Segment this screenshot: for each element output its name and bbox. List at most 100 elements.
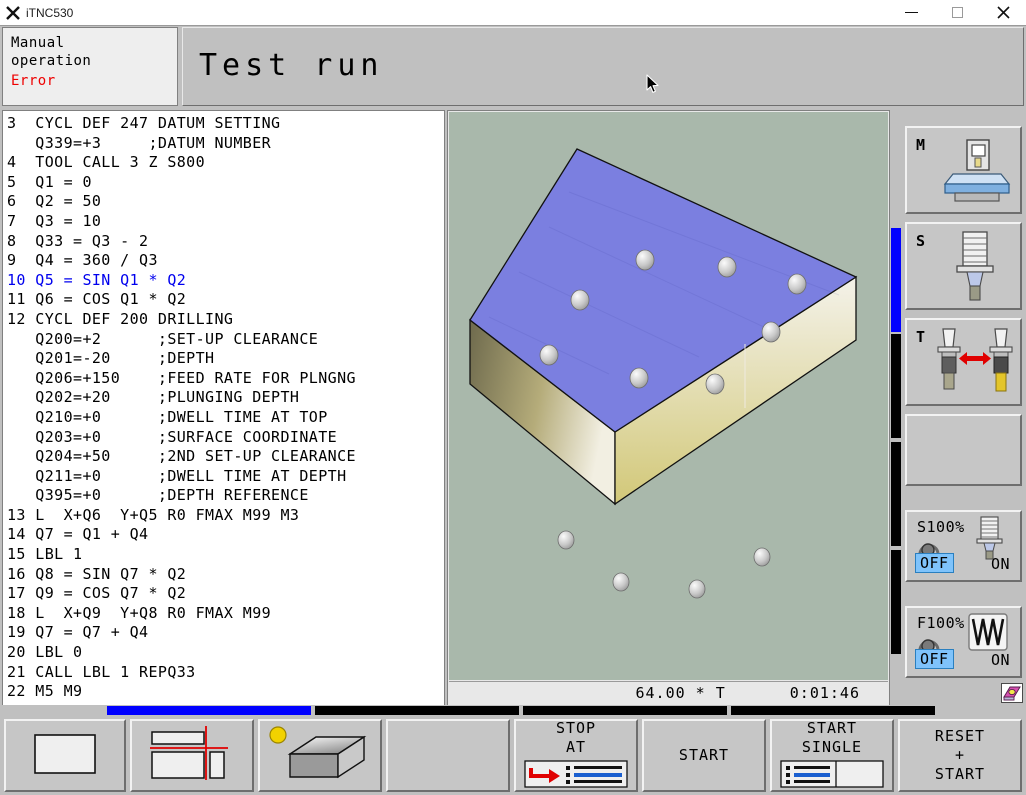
x-logo-icon <box>0 0 26 26</box>
window-title: iTNC530 <box>26 5 74 20</box>
maximize-icon[interactable] <box>934 0 980 26</box>
spindle-override[interactable]: S100% OFF ON <box>905 510 1022 582</box>
spindle-status-key-label: S <box>916 232 926 250</box>
program-line[interactable]: Q210=+0 ;DWELL TIME AT TOP <box>7 408 444 428</box>
vertical-progress-strip[interactable] <box>891 112 901 704</box>
program-line[interactable]: 10 Q5 = SIN Q1 * Q2 <box>7 271 444 291</box>
feed-wave-icon <box>968 613 1008 655</box>
simulation-3d-view[interactable] <box>449 112 888 680</box>
spindle-status-key[interactable]: S <box>905 222 1022 310</box>
softkey-reset-start-line3: START <box>934 765 986 783</box>
tool-status-key[interactable]: T <box>905 318 1022 406</box>
program-line[interactable]: 6 Q2 = 50 <box>7 192 444 212</box>
softkey-reset-start[interactable]: RESET + START <box>898 719 1022 792</box>
program-line[interactable]: Q204=+50 ;2ND SET-UP CLEARANCE <box>7 447 444 467</box>
program-line[interactable]: Q200=+2 ;SET-UP CLEARANCE <box>7 330 444 350</box>
mode-line-2: operation <box>11 53 92 69</box>
error-status: Error <box>11 73 56 89</box>
softkey-start-single-line2: SINGLE <box>801 738 863 756</box>
softkey-empty[interactable] <box>386 719 510 792</box>
program-line[interactable]: 4 TOOL CALL 3 Z S800 <box>7 153 444 173</box>
softkey-start-label: START <box>678 746 730 764</box>
mode-line-1: Manual <box>11 35 65 51</box>
stop-at-icon <box>524 760 628 792</box>
program-line[interactable]: Q201=-20 ;DEPTH <box>7 349 444 369</box>
book-help-icon[interactable] <box>1001 683 1023 703</box>
progress-segment <box>891 228 901 332</box>
progress-segment <box>107 706 311 715</box>
progress-segment <box>731 706 935 715</box>
program-line[interactable]: 12 CYCL DEF 200 DRILLING <box>7 310 444 330</box>
program-line[interactable]: 3 CYCL DEF 247 DATUM SETTING <box>7 114 444 134</box>
softkey-start-single-line1: START <box>806 719 858 737</box>
program-line[interactable]: Q395=+0 ;DEPTH REFERENCE <box>7 486 444 506</box>
spindle-override-label: S100% <box>917 518 965 536</box>
program-line[interactable]: Q203=+0 ;SURFACE COORDINATE <box>7 428 444 448</box>
workpiece-3d-model <box>469 148 858 599</box>
feed-override-off[interactable]: OFF <box>915 649 954 669</box>
single-window-icon <box>33 733 97 779</box>
softkey-blank-window[interactable] <box>4 719 126 792</box>
screen-title-panel: Test run <box>182 27 1024 106</box>
program-listing[interactable]: 3 CYCL DEF 247 DATUM SETTING Q339=+3 ;DA… <box>2 110 445 706</box>
start-single-icon <box>780 760 884 792</box>
softkey-stop-at[interactable]: STOP AT <box>514 719 638 792</box>
program-line[interactable]: 8 Q33 = Q3 - 2 <box>7 232 444 252</box>
window-controls <box>888 0 1026 26</box>
program-line[interactable]: 21 CALL LBL 1 REPQ33 <box>7 663 444 683</box>
mouse-cursor <box>646 74 660 94</box>
program-line[interactable]: 20 LBL 0 <box>7 643 444 663</box>
bottom-softkey-bar: STOP AT START START SINGLE RESET + START <box>0 716 1026 795</box>
program-line[interactable]: 18 L X+Q9 Y+Q8 R0 FMAX M99 <box>7 604 444 624</box>
solid-block-icon <box>268 725 372 787</box>
progress-segment <box>523 706 727 715</box>
page-title: Test run <box>199 48 384 83</box>
softkey-split-window[interactable] <box>130 719 254 792</box>
feed-override-label: F100% <box>917 614 965 632</box>
blank-status-key[interactable] <box>905 414 1022 486</box>
softkey-start[interactable]: START <box>642 719 766 792</box>
program-line[interactable]: 15 LBL 1 <box>7 545 444 565</box>
machine-table-icon <box>941 136 1013 212</box>
progress-segment <box>891 334 901 438</box>
feed-override[interactable]: F100% OFF ON <box>905 606 1022 678</box>
softkey-start-single[interactable]: START SINGLE <box>770 719 894 792</box>
program-line[interactable]: 19 Q7 = Q7 + Q4 <box>7 623 444 643</box>
softkey-reset-start-line2: + <box>954 746 966 764</box>
mode-header: Manual operation Error Test run <box>0 27 1026 108</box>
progress-segment <box>891 442 901 546</box>
right-softkey-column: M S T S100% OFF ON F100% OFF ON <box>901 110 1026 706</box>
tool-status-key-label: T <box>916 328 926 346</box>
program-line[interactable]: 14 Q7 = Q1 + Q4 <box>7 525 444 545</box>
tool-change-icon <box>929 325 1021 407</box>
softkey-stop-at-line1: STOP <box>555 719 597 737</box>
simulation-elapsed-time: 0:01:46 <box>789 684 860 702</box>
program-line[interactable]: 16 Q8 = SIN Q7 * Q2 <box>7 565 444 585</box>
horizontal-progress-strip[interactable] <box>0 705 1026 716</box>
program-line[interactable]: Q206=+150 ;FEED RATE FOR PLNGNG <box>7 369 444 389</box>
progress-segment <box>891 550 901 654</box>
softkey-3d-view[interactable] <box>258 719 382 792</box>
program-line[interactable]: 9 Q4 = 360 / Q3 <box>7 251 444 271</box>
progress-segment <box>315 706 519 715</box>
program-line[interactable]: 22 M5 M9 <box>7 682 444 702</box>
program-line[interactable]: Q202=+20 ;PLUNGING DEPTH <box>7 388 444 408</box>
program-line[interactable]: 5 Q1 = 0 <box>7 173 444 193</box>
program-line[interactable]: 13 L X+Q6 Y+Q5 R0 FMAX M99 M3 <box>7 506 444 526</box>
program-line[interactable]: Q339=+3 ;DATUM NUMBER <box>7 134 444 154</box>
spindle-override-off[interactable]: OFF <box>915 553 954 573</box>
softkey-reset-start-line1: RESET <box>934 727 986 745</box>
split-window-icon <box>150 725 234 786</box>
spindle-tool-icon <box>945 230 1005 310</box>
feed-override-on[interactable]: ON <box>991 651 1010 669</box>
machine-status-key[interactable]: M <box>905 126 1022 214</box>
minimize-icon[interactable] <box>888 0 934 26</box>
operating-mode-panel: Manual operation Error <box>2 27 178 106</box>
program-line[interactable]: 7 Q3 = 10 <box>7 212 444 232</box>
spindle-override-on[interactable]: ON <box>991 555 1010 573</box>
program-line[interactable]: Q211=+0 ;DWELL TIME AT DEPTH <box>7 467 444 487</box>
program-line[interactable]: 17 Q9 = COS Q7 * Q2 <box>7 584 444 604</box>
simulation-pane: 64.00 * T 0:01:46 <box>447 110 890 706</box>
close-icon[interactable] <box>980 0 1026 26</box>
program-line[interactable]: 11 Q6 = COS Q1 * Q2 <box>7 290 444 310</box>
